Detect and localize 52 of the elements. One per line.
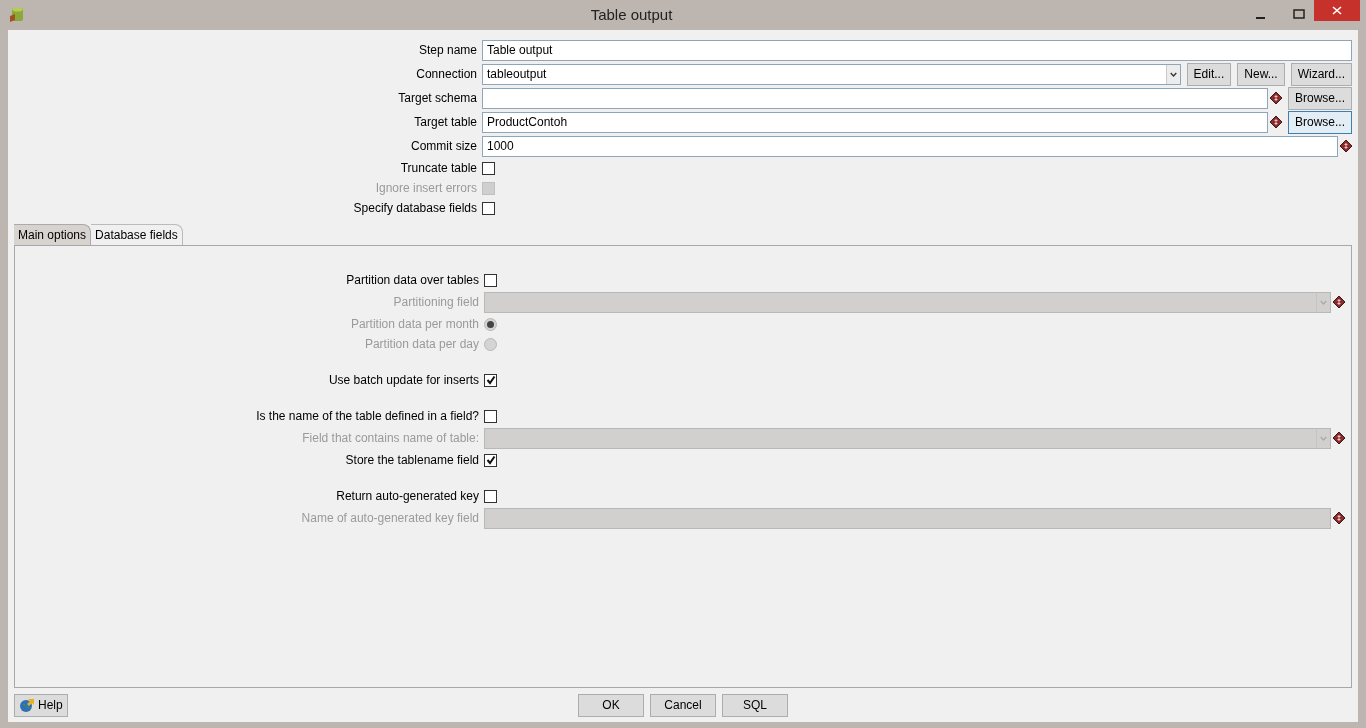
dropdown[interactable]: tableoutput [482, 63, 1181, 85]
field-label: Store the tablename field [344, 452, 479, 469]
checkbox[interactable] [484, 273, 497, 287]
checkbox[interactable] [482, 201, 495, 215]
checkbox[interactable] [482, 161, 495, 175]
variable-icon [1270, 92, 1282, 104]
input-field[interactable] [482, 87, 1268, 109]
field-label: Target table [413, 114, 477, 131]
variable-icon [1270, 116, 1282, 128]
field-label: Is the name of the table defined in a field? [255, 408, 479, 425]
browse-button[interactable]: Wizard... [1290, 62, 1352, 86]
app-icon [9, 7, 25, 23]
close-icon[interactable] [1314, 0, 1360, 21]
variable-icon [1333, 432, 1345, 444]
dialog-button[interactable]: Cancel [650, 693, 716, 717]
checkbox[interactable] [484, 409, 497, 423]
field-label: Truncate table [399, 160, 477, 177]
field-label: Ignore insert errors [374, 180, 477, 197]
field-label: Connection [415, 66, 477, 83]
tab[interactable]: Main options [14, 224, 92, 245]
input-field[interactable]: Table output [482, 39, 1352, 61]
dialog-button[interactable]: OK [578, 693, 644, 717]
input-field[interactable]: 1000 [482, 135, 1338, 157]
variable-icon [1340, 140, 1352, 152]
field-label: Return auto-generated key [335, 488, 479, 505]
field-label: Specify database fields [352, 200, 477, 217]
field-label: Target schema [397, 90, 477, 107]
help-button[interactable]: Help [14, 693, 68, 717]
dialog-button[interactable]: SQL [722, 693, 788, 717]
checkbox[interactable] [484, 453, 497, 467]
browse-button[interactable]: Browse... [1288, 110, 1352, 134]
checkbox[interactable] [484, 489, 497, 503]
field-label: Commit size [410, 138, 477, 155]
field-label: Step name [417, 42, 477, 59]
browse-button[interactable]: Edit... [1186, 62, 1232, 86]
field-label: Name of auto-generated key field [300, 510, 479, 527]
browse-button[interactable]: New... [1237, 62, 1285, 86]
chevron-down-icon[interactable] [1165, 64, 1180, 84]
variable-icon [1333, 512, 1345, 524]
field-label: Partitioning field [392, 294, 479, 311]
input-field[interactable]: ProductContoh [482, 111, 1268, 133]
field-label: Field that contains name of table: [301, 430, 479, 447]
checkbox[interactable] [484, 373, 497, 387]
field-label: Partition data per month [349, 316, 479, 333]
variable-icon [1333, 296, 1345, 308]
tab[interactable]: Database fields [91, 224, 183, 245]
field-label: Use batch update for inserts [327, 372, 479, 389]
window-title: Table output [589, 4, 674, 25]
globe-icon [19, 697, 35, 713]
browse-button[interactable]: Browse... [1288, 86, 1352, 110]
field-label: Partition data over tables [345, 272, 479, 289]
field-label: Partition data per day [363, 336, 479, 353]
